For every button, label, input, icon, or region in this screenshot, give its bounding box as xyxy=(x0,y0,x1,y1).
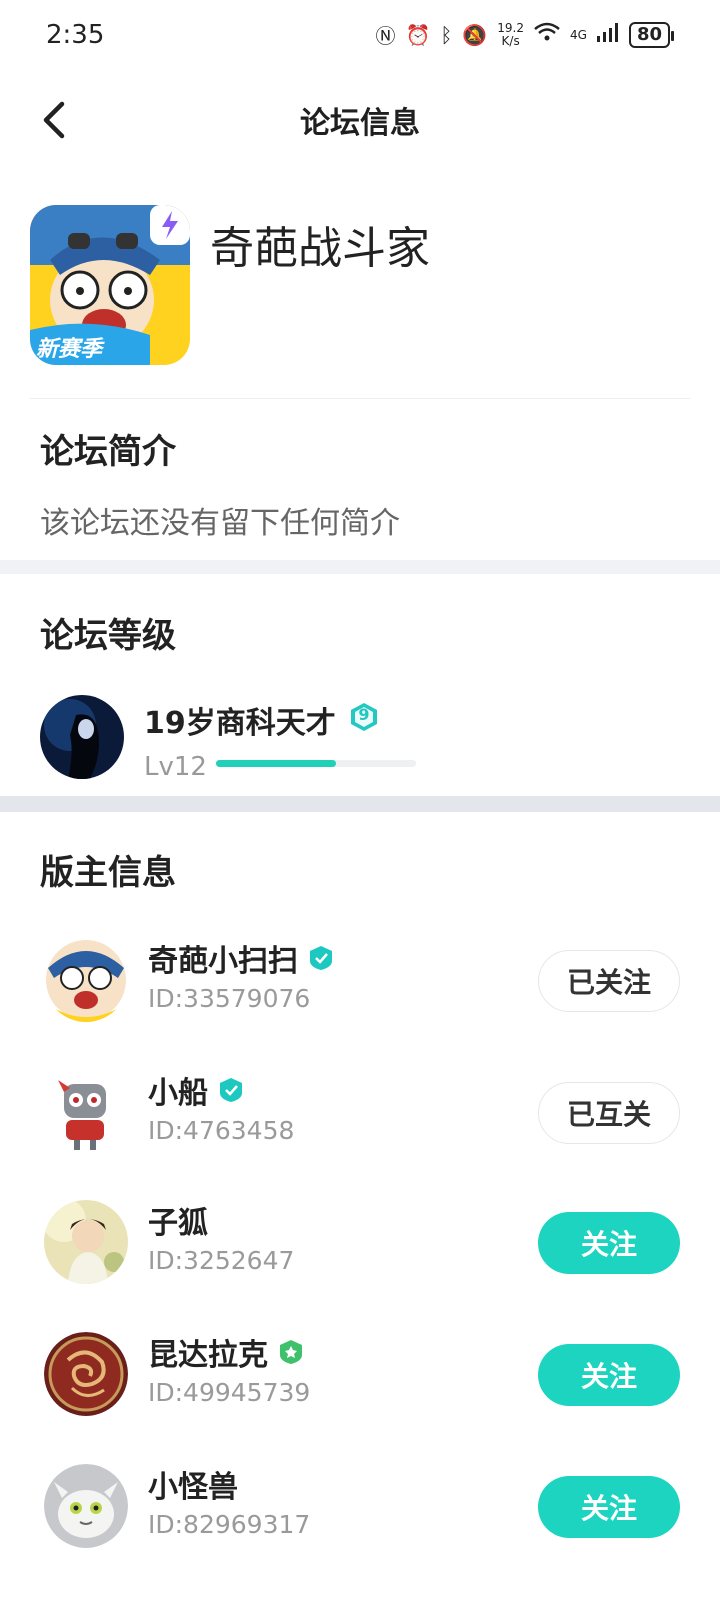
status-icons: Ⓝ ⏰ ᛒ 🔕 19.2 K/s 4G 80 xyxy=(375,20,675,49)
avatar[interactable] xyxy=(44,938,128,1022)
moderator-name-text: 小船 xyxy=(148,1076,208,1111)
level-progress-bar xyxy=(216,760,416,767)
moderator-name: 昆达拉克 xyxy=(148,1330,304,1374)
battery-indicator: 80 xyxy=(628,21,675,48)
moderator-id: ID:3252647 xyxy=(148,1246,295,1275)
level-badge-number: 9 xyxy=(358,705,370,724)
mutual-follow-button[interactable]: 已互关 xyxy=(538,1082,680,1144)
section-divider xyxy=(0,560,720,574)
status-time: 2:35 xyxy=(46,20,105,50)
network-type: 4G xyxy=(570,27,587,42)
bluetooth-icon: ᛒ xyxy=(440,22,453,47)
moderator-id: ID:4763458 xyxy=(148,1116,295,1145)
forum-icon-label: 新赛季 xyxy=(36,337,103,362)
follow-button[interactable]: 关注 xyxy=(538,1212,680,1274)
follow-button[interactable]: 关注 xyxy=(538,1476,680,1538)
verified-green-icon xyxy=(280,1340,302,1364)
moderator-id: ID:82969317 xyxy=(148,1510,311,1539)
page-title: 论坛信息 xyxy=(300,106,420,141)
moderator-id: ID:49945739 xyxy=(148,1378,311,1407)
forum-icon: 新赛季 xyxy=(30,205,190,365)
forum-name: 奇葩战斗家 xyxy=(210,223,430,274)
following-button[interactable]: 已关注 xyxy=(538,950,680,1012)
level-user-name: 19岁商科天才 xyxy=(144,706,336,741)
verified-icon xyxy=(220,1078,242,1102)
level-progress-fill xyxy=(216,760,336,767)
moderator-name: 子狐 xyxy=(148,1198,208,1242)
moderator-name-text: 子狐 xyxy=(148,1206,208,1241)
avatar[interactable] xyxy=(44,1332,128,1416)
avatar[interactable] xyxy=(40,695,124,779)
level-label: Lv12 xyxy=(144,752,207,782)
wifi-icon xyxy=(534,22,560,47)
speed-value: 19.2 xyxy=(497,20,524,35)
level-badge: 9 xyxy=(350,702,378,732)
list-item: 小怪兽 ID:82969317 关注 xyxy=(0,1454,720,1564)
speed-unit: K/s xyxy=(501,33,520,48)
list-item: 小船 ID:4763458 已互关 xyxy=(0,1060,720,1170)
list-item: 子狐 ID:3252647 关注 xyxy=(0,1190,720,1300)
moderator-name: 小怪兽 xyxy=(148,1462,238,1506)
verified-icon xyxy=(310,946,332,970)
moderator-name: 小船 xyxy=(148,1068,244,1112)
moderator-name-text: 奇葩小扫扫 xyxy=(148,944,298,979)
level-title: 论坛等级 xyxy=(40,616,176,656)
moderator-name: 奇葩小扫扫 xyxy=(148,936,334,980)
section-divider xyxy=(0,796,720,812)
signal-icon xyxy=(596,22,619,47)
intro-text: 该论坛还没有留下任何简介 xyxy=(40,506,400,541)
follow-button[interactable]: 关注 xyxy=(538,1344,680,1406)
alarm-icon: ⏰ xyxy=(405,22,431,47)
mute-icon: 🔕 xyxy=(462,22,488,47)
list-item: 昆达拉克 ID:49945739 关注 xyxy=(0,1322,720,1432)
avatar[interactable] xyxy=(44,1200,128,1284)
avatar[interactable] xyxy=(44,1070,128,1154)
intro-title: 论坛简介 xyxy=(40,432,176,472)
list-item: 奇葩小扫扫 ID:33579076 已关注 xyxy=(0,928,720,1038)
nfc-icon: Ⓝ xyxy=(375,24,396,48)
moderators-title: 版主信息 xyxy=(40,853,176,893)
avatar[interactable] xyxy=(44,1464,128,1548)
moderator-name-text: 小怪兽 xyxy=(148,1470,238,1505)
moderator-name-text: 昆达拉克 xyxy=(148,1338,268,1373)
moderator-id: ID:33579076 xyxy=(148,984,311,1013)
divider xyxy=(30,398,690,399)
network-speed: 19.2 K/s xyxy=(497,20,524,48)
